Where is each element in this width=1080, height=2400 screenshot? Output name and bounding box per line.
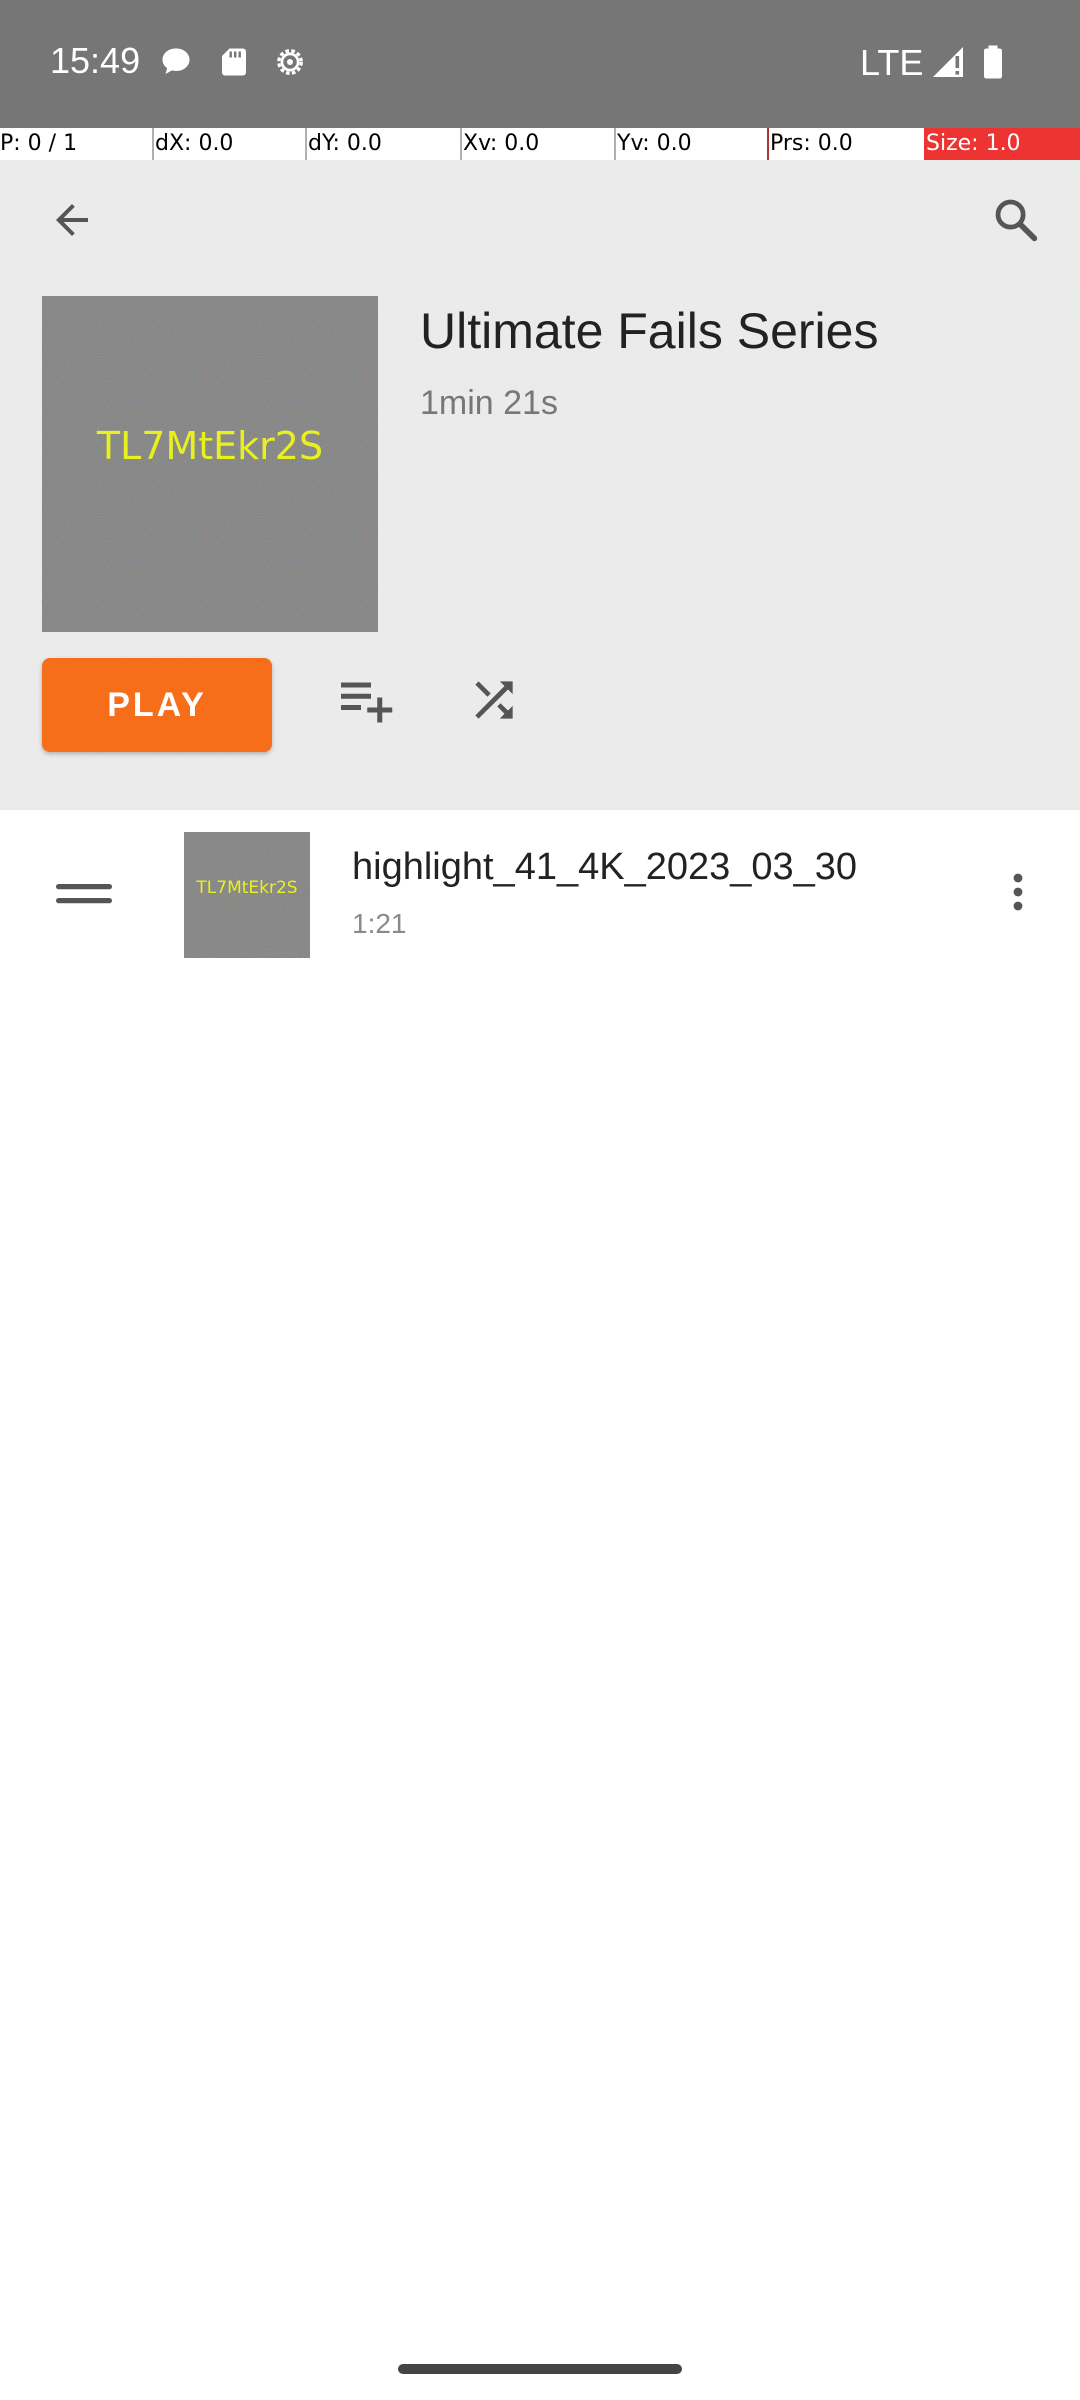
sd-card-icon — [216, 44, 252, 80]
screen: 15:49 LTE P: 0 / 1 dX: 0.0 dY: 0.0 Xv: 0… — [0, 0, 1080, 2400]
shuffle-icon — [466, 672, 522, 733]
drag-handle-icon[interactable] — [52, 870, 116, 923]
track-duration: 1:21 — [352, 908, 407, 939]
add-to-queue-button[interactable] — [324, 660, 408, 744]
shuffle-button[interactable] — [452, 660, 536, 744]
back-button[interactable] — [30, 180, 114, 264]
gesture-navigation-bar[interactable] — [398, 2364, 682, 2374]
track-thumbnail: TL7MtEkr2S — [184, 832, 310, 958]
play-button[interactable]: PLAY — [42, 658, 272, 752]
status-time: 15:49 — [50, 40, 141, 81]
playlist-duration: 1min 21s — [420, 384, 558, 422]
signal-icon — [930, 44, 966, 80]
more-options-button[interactable] — [976, 852, 1060, 936]
settings-gear-icon — [272, 44, 308, 80]
overlay-dy: dY: 0.0 — [308, 131, 382, 156]
overlay-pressure: Prs: 0.0 — [770, 131, 853, 156]
overlay-dx: dX: 0.0 — [155, 131, 234, 156]
search-icon — [990, 194, 1042, 251]
battery-icon — [978, 44, 1008, 80]
overlay-yv: Yv: 0.0 — [617, 131, 692, 156]
playlist-header: TL7MtEkr2S Ultimate Fails Series 1min 21… — [0, 160, 1080, 810]
track-list-item[interactable]: TL7MtEkr2S highlight_41_4K_2023_03_30 1:… — [0, 830, 1080, 960]
overlay-xv: Xv: 0.0 — [463, 131, 540, 156]
status-bar: 15:49 LTE — [0, 0, 1080, 128]
overlay-pointer-count: P: 0 / 1 — [0, 131, 78, 156]
back-arrow-icon — [48, 196, 96, 249]
more-vert-icon — [994, 868, 1042, 921]
add-to-queue-icon — [336, 670, 396, 735]
search-button[interactable] — [974, 180, 1058, 264]
pointer-location-overlay: P: 0 / 1 dX: 0.0 dY: 0.0 Xv: 0.0 Yv: 0.0… — [0, 128, 1080, 160]
overlay-size: Size: 1.0 — [924, 128, 1080, 160]
cover-art-text: TL7MtEkr2S — [96, 424, 324, 468]
playlist-title: Ultimate Fails Series — [420, 303, 879, 359]
network-type: LTE — [860, 42, 924, 83]
thumbnail-text: TL7MtEkr2S — [196, 878, 298, 898]
track-title: highlight_41_4K_2023_03_30 — [352, 846, 858, 888]
chat-bubble-icon — [158, 44, 194, 80]
playlist-cover-art: TL7MtEkr2S — [42, 296, 378, 632]
